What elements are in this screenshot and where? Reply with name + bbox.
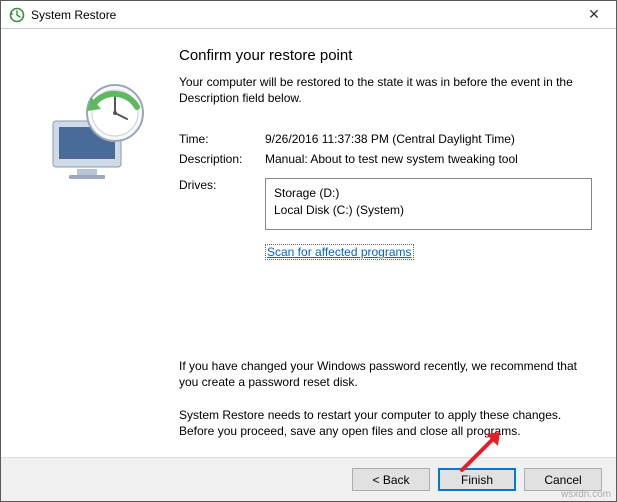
time-label: Time:	[179, 132, 265, 146]
drive-item: Storage (D:)	[274, 185, 583, 202]
close-icon: ✕	[588, 6, 600, 23]
content-column: Confirm your restore point Your computer…	[179, 47, 592, 447]
restore-illustration-icon	[39, 71, 159, 184]
close-button[interactable]: ✕	[574, 2, 614, 28]
description-row: Description: Manual: About to test new s…	[179, 152, 592, 166]
watermark: wsxdn.com	[561, 489, 611, 500]
time-row: Time: 9/26/2016 11:37:38 PM (Central Day…	[179, 132, 592, 146]
system-restore-icon	[9, 7, 25, 23]
restart-note: System Restore needs to restart your com…	[179, 407, 592, 439]
window-title: System Restore	[31, 8, 568, 22]
dialog-body: Confirm your restore point Your computer…	[1, 29, 616, 457]
drives-label: Drives:	[179, 178, 265, 192]
drives-row: Drives: Storage (D:) Local Disk (C:) (Sy…	[179, 178, 592, 230]
finish-button[interactable]: Finish	[438, 468, 516, 491]
time-value: 9/26/2016 11:37:38 PM (Central Daylight …	[265, 132, 592, 146]
back-button[interactable]: < Back	[352, 468, 430, 491]
cancel-button[interactable]: Cancel	[524, 468, 602, 491]
scan-affected-programs-link[interactable]: Scan for affected programs	[265, 244, 414, 260]
password-note: If you have changed your Windows passwor…	[179, 358, 592, 390]
drives-listbox[interactable]: Storage (D:) Local Disk (C:) (System)	[265, 178, 592, 230]
description-label: Description:	[179, 152, 265, 166]
system-restore-window: System Restore ✕	[0, 0, 617, 502]
description-value: Manual: About to test new system tweakin…	[265, 152, 592, 166]
button-bar: < Back Finish Cancel	[1, 457, 616, 501]
page-heading: Confirm your restore point	[179, 47, 592, 64]
drive-item: Local Disk (C:) (System)	[274, 202, 583, 219]
page-subtext: Your computer will be restored to the st…	[179, 74, 592, 106]
illustration-column	[19, 47, 179, 447]
title-bar: System Restore ✕	[1, 1, 616, 29]
